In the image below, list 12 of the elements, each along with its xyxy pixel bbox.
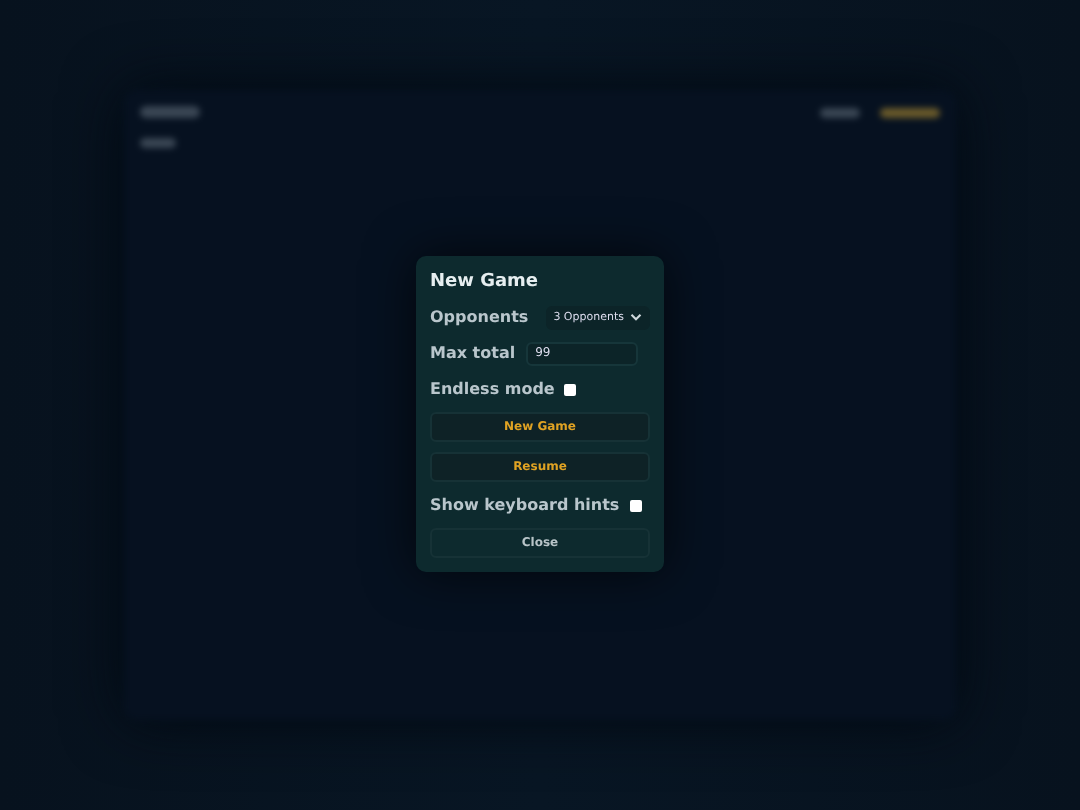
blurred-link-block bbox=[820, 107, 860, 117]
checkbox[interactable] bbox=[564, 383, 577, 395]
checkbox[interactable] bbox=[629, 499, 642, 511]
blurred-label-block bbox=[140, 138, 176, 148]
caret-icon bbox=[630, 312, 642, 322]
blurred-title-block bbox=[140, 106, 200, 118]
field-label: Opponents bbox=[430, 308, 529, 326]
checkbox-label: Show keyboard hints bbox=[430, 496, 620, 514]
checkbox-label: Endless mode bbox=[430, 380, 555, 398]
dialog-title: New Game bbox=[430, 272, 541, 292]
field-label: Max total bbox=[430, 344, 516, 362]
blurred-button-block bbox=[880, 107, 940, 117]
